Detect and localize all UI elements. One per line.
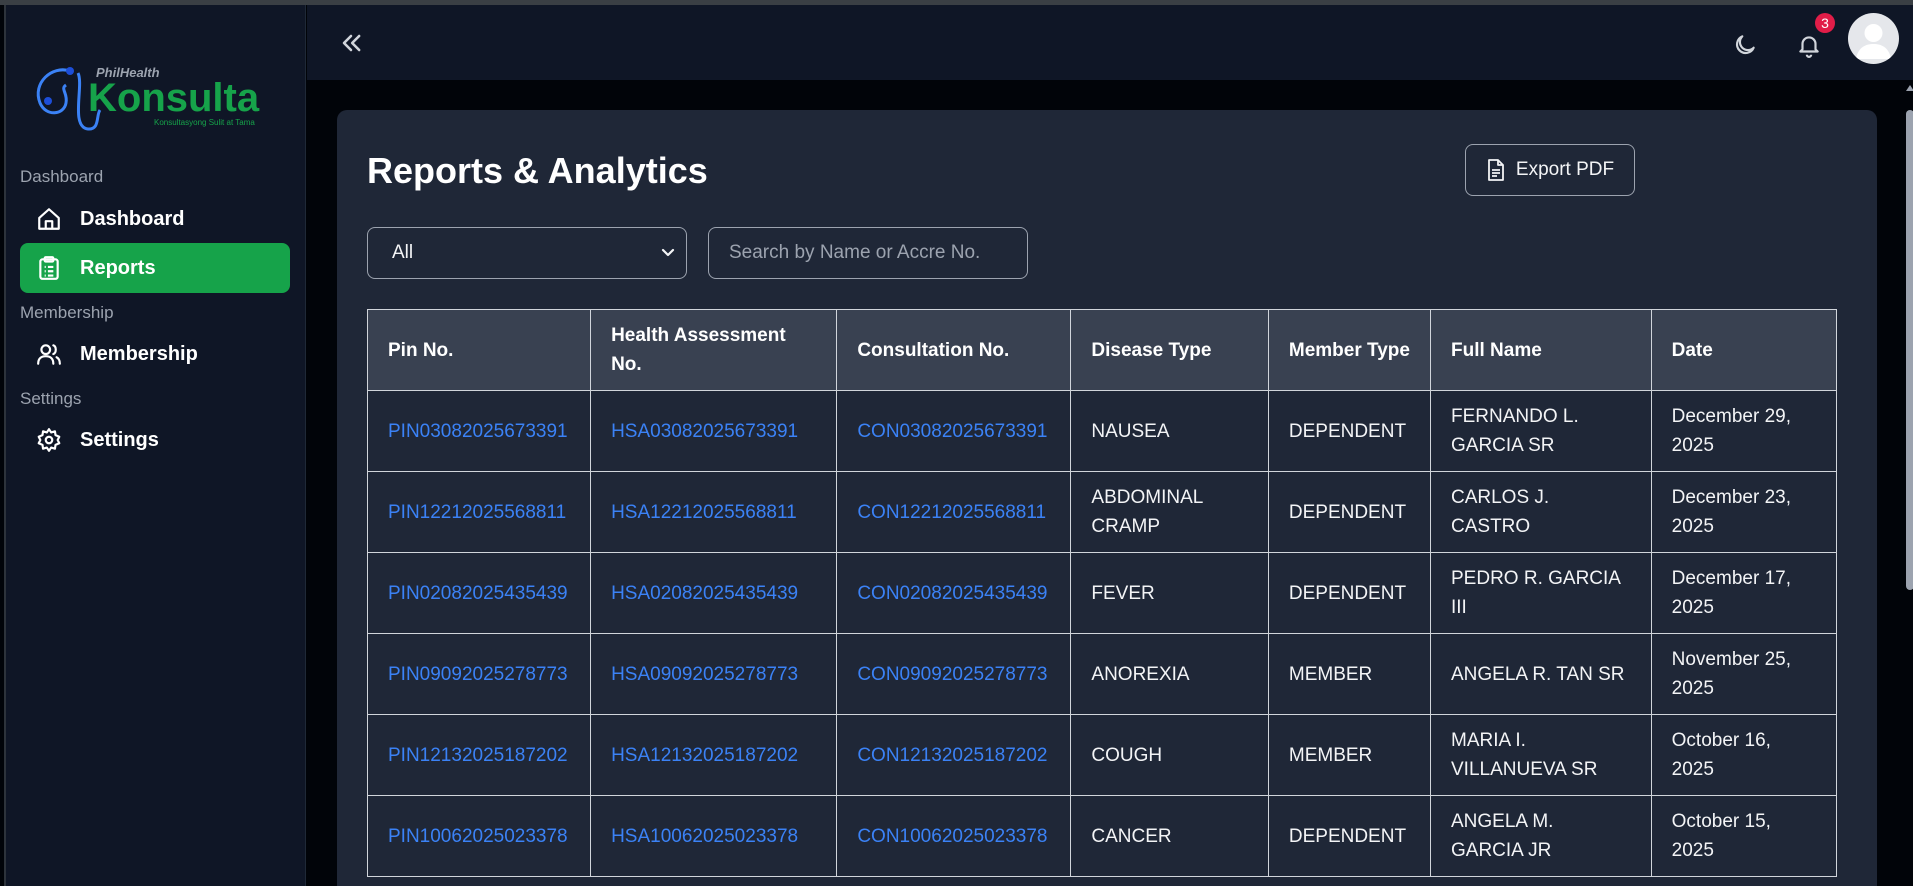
konsulta-logo[interactable]: PhilHealth Konsulta Konsultasyong Sulit … bbox=[30, 55, 290, 145]
full-name-cell: CARLOS J. CASTRO bbox=[1430, 471, 1652, 553]
page-title: Reports & Analytics bbox=[367, 150, 708, 191]
document-icon bbox=[1487, 159, 1504, 181]
pin-no-cell[interactable]: PIN12212025568811 bbox=[366, 471, 592, 553]
table-row[interactable]: PIN09092025278773 HSA09092025278773 CON090… bbox=[366, 633, 1838, 715]
search-input[interactable] bbox=[708, 227, 1028, 279]
date-cell: October 16, 2025 bbox=[1650, 714, 1838, 796]
disease-type-cell: CANCER bbox=[1070, 795, 1269, 877]
home-icon bbox=[36, 206, 62, 232]
full-name-cell: PEDRO R. GARCIA III bbox=[1430, 552, 1652, 634]
gear-icon bbox=[36, 427, 62, 453]
svg-text:Konsulta: Konsulta bbox=[88, 76, 260, 120]
date-cell: December 23, 2025 bbox=[1650, 471, 1838, 553]
member-type-cell: DEPENDENT bbox=[1267, 390, 1432, 472]
health-assessment-no-cell[interactable]: HSA10062025023378 bbox=[590, 795, 838, 877]
sidebar-item-label: Dashboard bbox=[80, 207, 185, 230]
table-row[interactable]: PIN12132025187202 HSA12132025187202 CON121… bbox=[366, 714, 1838, 796]
health-assessment-no-cell[interactable]: HSA12212025568811 bbox=[590, 471, 838, 553]
top-header: 3 bbox=[307, 5, 1913, 80]
pin-no-cell[interactable]: PIN12132025187202 bbox=[366, 714, 592, 796]
sidebar-item-reports[interactable]: Reports bbox=[20, 243, 290, 293]
table-row[interactable]: PIN02082025435439 HSA02082025435439 CON020… bbox=[366, 552, 1838, 634]
health-assessment-no-cell[interactable]: HSA12132025187202 bbox=[590, 714, 838, 796]
filter-select-value: All bbox=[392, 242, 414, 263]
column-header[interactable]: Full Name bbox=[1430, 309, 1652, 391]
sidebar-item-label: Settings bbox=[80, 428, 159, 451]
disease-type-cell: FEVER bbox=[1070, 552, 1269, 634]
column-header[interactable]: Pin No. bbox=[366, 309, 592, 391]
notification-badge: 3 bbox=[1815, 13, 1835, 33]
health-assessment-no-cell[interactable]: HSA03082025673391 bbox=[590, 390, 838, 472]
date-cell: December 29, 2025 bbox=[1650, 390, 1838, 472]
column-header[interactable]: Date bbox=[1650, 309, 1838, 391]
export-pdf-button[interactable]: Export PDF bbox=[1465, 144, 1635, 196]
sidebar-item-dashboard[interactable]: Dashboard bbox=[20, 194, 290, 244]
export-pdf-label: Export PDF bbox=[1515, 159, 1615, 180]
full-name-cell: ANGELA R. TAN SR bbox=[1430, 633, 1652, 715]
table-body: PIN03082025673391 HSA03082025673391 CON030… bbox=[366, 390, 1838, 877]
scrollbar-thumb[interactable] bbox=[1906, 110, 1913, 590]
reports-card: Reports & Analytics Export PDF All Pin N… bbox=[337, 110, 1877, 886]
full-name-cell: FERNANDO L. GARCIA SR bbox=[1430, 390, 1652, 472]
pin-no-cell[interactable]: PIN09092025278773 bbox=[366, 633, 592, 715]
sidebar: PhilHealth Konsulta Konsultasyong Sulit … bbox=[6, 5, 306, 886]
column-header[interactable]: Consultation No. bbox=[836, 309, 1072, 391]
reports-table: Pin No. Health Assessment No. Consultation… bbox=[366, 309, 1838, 877]
avatar[interactable] bbox=[1848, 13, 1899, 64]
health-assessment-no-cell[interactable]: HSA02082025435439 bbox=[590, 552, 838, 634]
disease-type-cell: NAUSEA bbox=[1070, 390, 1269, 472]
date-cell: December 17, 2025 bbox=[1650, 552, 1838, 634]
consultation-no-cell[interactable]: CON09092025278773 bbox=[836, 633, 1072, 715]
full-name-cell: MARIA I. VILLANUEVA SR bbox=[1430, 714, 1652, 796]
table-header-row: Pin No. Health Assessment No. Consultation… bbox=[366, 309, 1838, 391]
member-type-cell: DEPENDENT bbox=[1267, 471, 1432, 553]
consultation-no-cell[interactable]: CON12132025187202 bbox=[836, 714, 1072, 796]
svg-text:Konsultasyong Sulit at Tama: Konsultasyong Sulit at Tama bbox=[154, 118, 255, 127]
pin-no-cell[interactable]: PIN03082025673391 bbox=[366, 390, 592, 472]
clipboard-icon bbox=[36, 255, 62, 281]
disease-type-cell: ANOREXIA bbox=[1070, 633, 1269, 715]
section-label-settings: Settings bbox=[20, 389, 82, 408]
chevrons-left-icon[interactable] bbox=[337, 29, 365, 57]
disease-type-cell: COUGH bbox=[1070, 714, 1269, 796]
scroll-up-arrow-icon[interactable] bbox=[1906, 85, 1913, 91]
full-name-cell: ANGELA M. GARCIA JR bbox=[1430, 795, 1652, 877]
column-header[interactable]: Member Type bbox=[1267, 309, 1432, 391]
users-icon bbox=[36, 341, 62, 367]
date-cell: October 15, 2025 bbox=[1650, 795, 1838, 877]
table-row[interactable]: PIN10062025023378 HSA10062025023378 CON100… bbox=[366, 795, 1838, 877]
consultation-no-cell[interactable]: CON02082025435439 bbox=[836, 552, 1072, 634]
member-type-cell: DEPENDENT bbox=[1267, 552, 1432, 634]
chevron-down-icon bbox=[661, 248, 675, 257]
consultation-no-cell[interactable]: CON12212025568811 bbox=[836, 471, 1072, 553]
disease-type-cell: ABDOMINAL CRAMP bbox=[1070, 471, 1269, 553]
table-row[interactable]: PIN03082025673391 HSA03082025673391 CON030… bbox=[366, 390, 1838, 472]
sidebar-item-membership[interactable]: Membership bbox=[20, 329, 290, 379]
column-header[interactable]: Disease Type bbox=[1070, 309, 1269, 391]
member-type-cell: DEPENDENT bbox=[1267, 795, 1432, 877]
section-label-membership: Membership bbox=[20, 303, 114, 322]
member-type-cell: MEMBER bbox=[1267, 633, 1432, 715]
consultation-no-cell[interactable]: CON03082025673391 bbox=[836, 390, 1072, 472]
section-label-dashboard: Dashboard bbox=[20, 167, 104, 186]
health-assessment-no-cell[interactable]: HSA09092025278773 bbox=[590, 633, 838, 715]
filter-select[interactable]: All bbox=[367, 227, 687, 279]
date-cell: November 25, 2025 bbox=[1650, 633, 1838, 715]
pin-no-cell[interactable]: PIN02082025435439 bbox=[366, 552, 592, 634]
sidebar-item-label: Membership bbox=[80, 342, 198, 365]
moon-icon[interactable] bbox=[1732, 32, 1758, 58]
sidebar-item-settings[interactable]: Settings bbox=[20, 415, 290, 465]
table-row[interactable]: PIN12212025568811 HSA12212025568811 CON122… bbox=[366, 471, 1838, 553]
app-window: PhilHealth Konsulta Konsultasyong Sulit … bbox=[4, 5, 1913, 886]
pin-no-cell[interactable]: PIN10062025023378 bbox=[366, 795, 592, 877]
column-header[interactable]: Health Assessment No. bbox=[590, 309, 838, 391]
member-type-cell: MEMBER bbox=[1267, 714, 1432, 796]
bell-icon[interactable] bbox=[1796, 31, 1822, 59]
sidebar-item-label: Reports bbox=[80, 256, 156, 279]
consultation-no-cell[interactable]: CON10062025023378 bbox=[836, 795, 1072, 877]
